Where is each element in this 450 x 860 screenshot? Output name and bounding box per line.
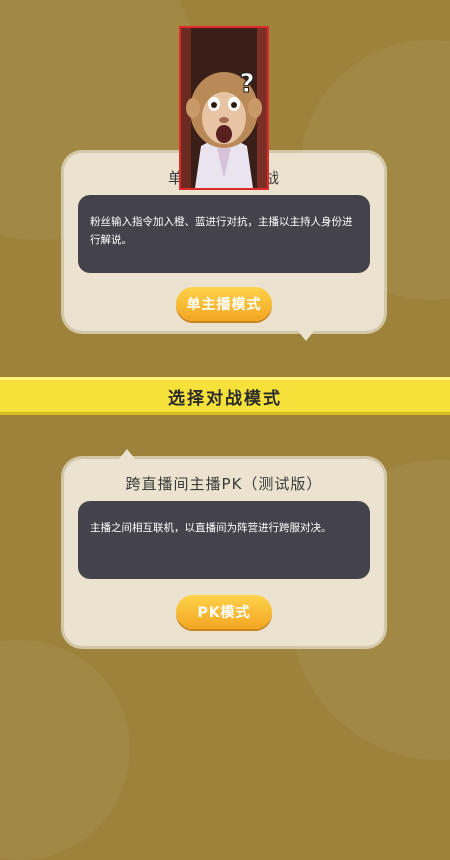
card-pointer <box>119 449 135 459</box>
single-host-mode-button[interactable]: 单主播模式 <box>176 287 272 321</box>
select-mode-banner: 选择对战模式 <box>0 377 450 415</box>
card-pointer <box>298 331 314 341</box>
select-mode-title: 选择对战模式 <box>168 388 282 409</box>
question-mark-icon: ? <box>239 69 254 99</box>
single-host-mode-description: 粉丝输入指令加入橙、蓝进行对抗，主播以主持人身份进行解说。 <box>90 216 353 246</box>
single-host-mode-description-box: 粉丝输入指令加入橙、蓝进行对抗，主播以主持人身份进行解说。 <box>78 195 370 273</box>
monkey-face-image: ? <box>181 28 267 188</box>
pk-mode-description-box: 主播之间相互联机，以直播间为阵营进行跨服对决。 <box>78 501 370 579</box>
pk-mode-button[interactable]: PK模式 <box>176 595 272 629</box>
pk-mode-card[interactable]: 跨直播间主播PK（测试版） 主播之间相互联机，以直播间为阵营进行跨服对决。 PK… <box>64 449 384 646</box>
camera-preview-overlay[interactable]: ? <box>179 26 269 190</box>
pk-mode-title: 跨直播间主播PK（测试版） <box>125 475 323 493</box>
pk-mode-description: 主播之间相互联机，以直播间为阵营进行跨服对决。 <box>90 522 332 534</box>
